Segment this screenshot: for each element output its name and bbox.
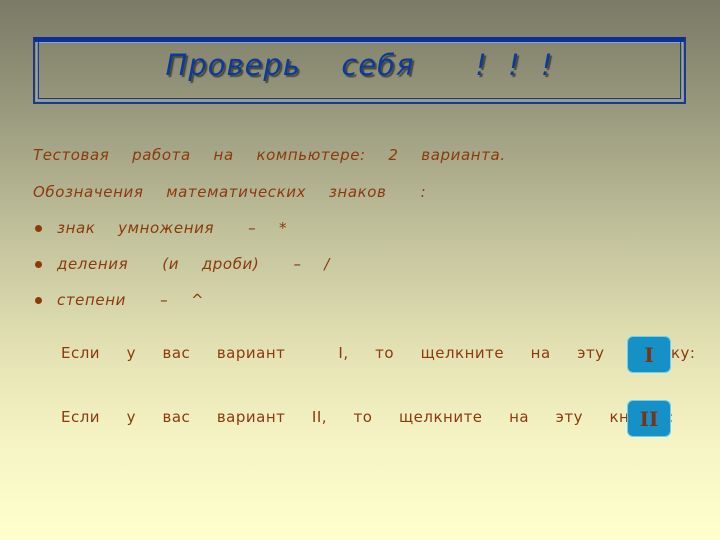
bullet-item-division: деления (и дроби) – / [35, 255, 330, 273]
bullet-icon [35, 296, 42, 304]
variant-1-button[interactable]: I [627, 336, 671, 373]
bullet-label: степени – ^ [57, 291, 205, 309]
bullet-label: деления (и дроби) – / [57, 255, 330, 273]
variant-2-button[interactable]: II [627, 400, 671, 437]
bullet-item-multiplication: знак умножения – * [35, 219, 287, 237]
bullet-icon [35, 260, 42, 268]
title-frame: Проверь себя ! ! ! [33, 37, 686, 104]
slide-title: Проверь себя ! ! ! [165, 48, 554, 82]
intro-line-test-work: Тестовая работа на компьютере: 2 вариант… [33, 146, 506, 164]
bullet-label: знак умножения – * [57, 219, 288, 237]
bullet-item-power: степени – ^ [35, 291, 204, 309]
intro-line-math-signs: Обозначения математических знаков : [33, 183, 427, 201]
variant-2-prompt: Если у вас вариант II, то щелкните на эт… [61, 408, 674, 426]
bullet-icon [35, 224, 42, 232]
variant-1-prompt: Если у вас вариант I, то щелкните на эту… [61, 344, 696, 362]
